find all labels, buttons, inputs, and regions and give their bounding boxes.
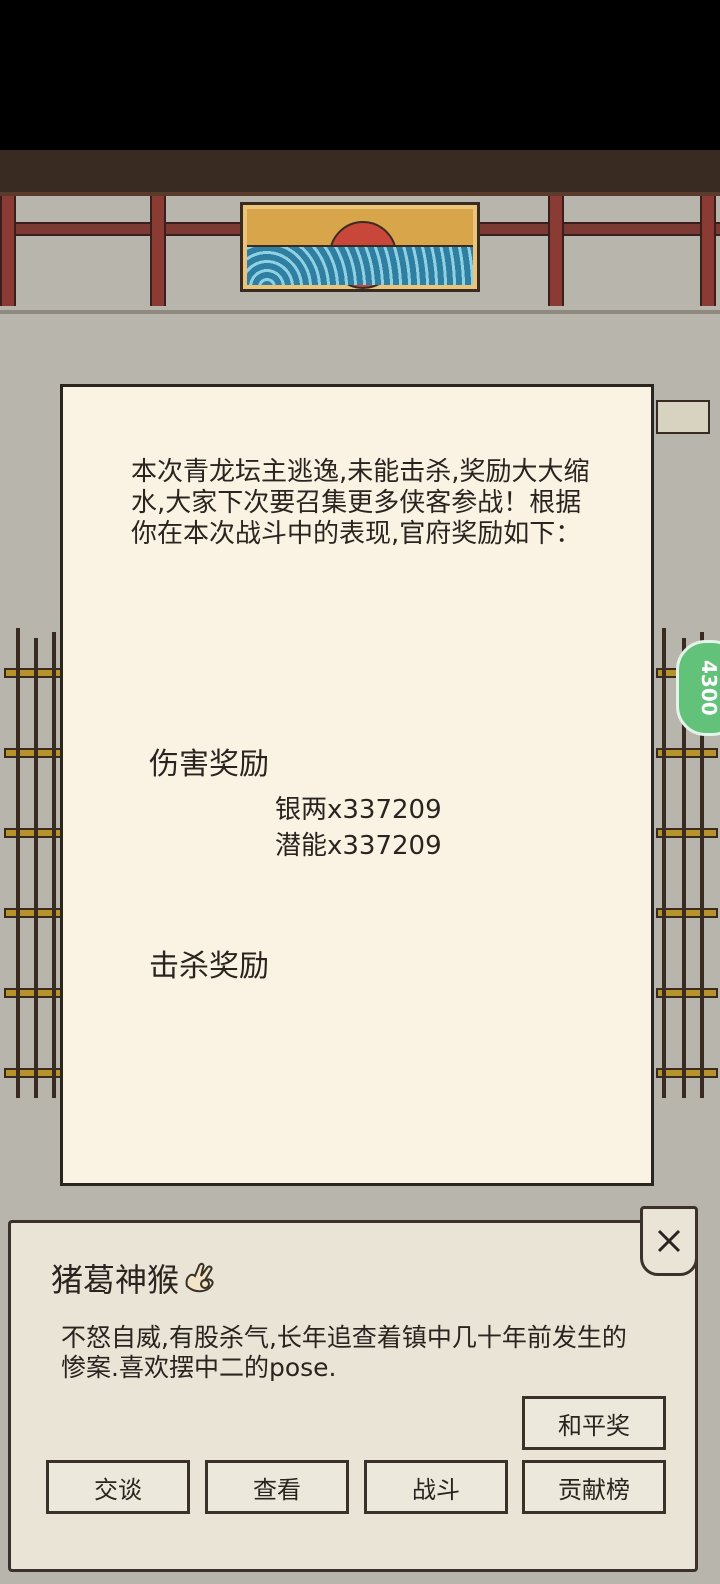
npc-name: 猪葛神猴 [51,1261,180,1299]
weapon-rack-left [4,628,66,1098]
contribution-ranking-button[interactable]: 贡献榜 [522,1460,666,1514]
pillar [548,196,564,306]
peace-award-button[interactable]: 和平奖 [522,1396,666,1450]
fight-button[interactable]: 战斗 [364,1460,508,1514]
hand-gesture-icon [181,1258,221,1298]
wall-scroll [656,400,710,434]
reward-notice-panel: 本次青龙坛主逃逸,未能击杀,奖励大大缩水,大家下次要召集更多侠客参战！根据你在本… [60,384,654,1186]
sunrise-painting [240,202,480,292]
wall-floor-edge [0,310,720,314]
pillar [700,196,716,306]
ceiling [0,150,720,196]
damage-reward-potential: 潜能x337209 [275,831,442,861]
talk-button[interactable]: 交谈 [46,1460,190,1514]
close-icon [657,1229,681,1253]
pillar [150,196,166,306]
inspect-button[interactable]: 查看 [205,1460,349,1514]
kill-reward-title: 击杀奖励 [149,949,269,984]
npc-name-row: 猪葛神猴 [51,1255,221,1301]
damage-reward-title: 伤害奖励 [149,747,269,782]
damage-reward-silver: 银两x337209 [275,795,442,825]
close-button[interactable] [640,1206,698,1276]
npc-description: 不怒自威,有股杀气,长年追查着镇中几十年前发生的惨案.喜欢摆中二的pose. [61,1323,627,1382]
notice-intro-text: 本次青龙坛主逃逸,未能击杀,奖励大大缩水,大家下次要召集更多侠客参战！根据你在本… [131,457,590,549]
waves-icon [247,245,473,285]
pillar [0,196,16,306]
side-badge[interactable]: 4300 [676,640,720,736]
